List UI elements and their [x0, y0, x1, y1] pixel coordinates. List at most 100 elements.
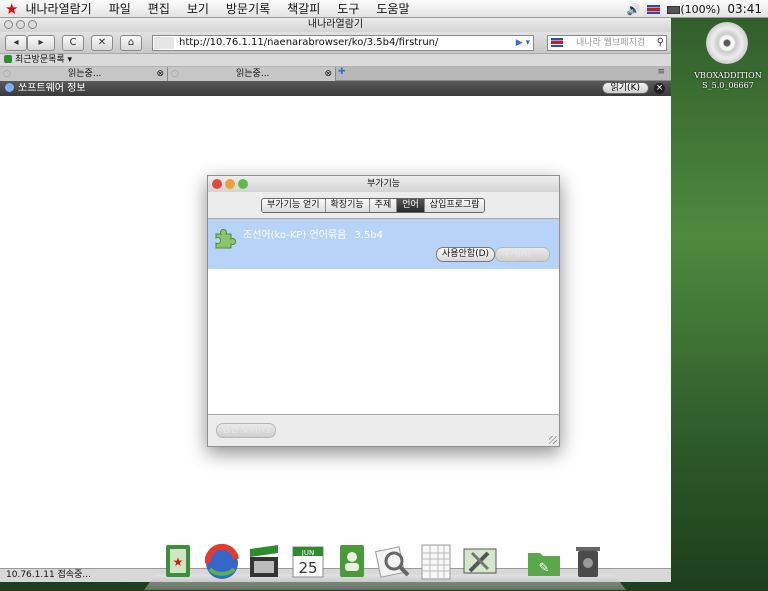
tab-1[interactable]: ◌ 읽는중... ⊗ — [0, 67, 168, 81]
dock-trash-icon[interactable] — [570, 541, 606, 581]
search-placeholder: 내나라 웹브페지검 — [576, 38, 646, 48]
tab-list-icon[interactable]: ≡ — [657, 67, 665, 77]
tab-themes[interactable]: 주제 — [369, 199, 398, 212]
zoom-window-button[interactable] — [28, 20, 37, 29]
menu-clock[interactable]: 03:41 — [727, 2, 762, 16]
addons-list: 조선어(ko-KP) 언어묶음 3.5b4 사용안함(D) 제거(R) — [208, 218, 559, 415]
back-arrow-icon: ◂ — [13, 37, 19, 48]
loading-spinner-icon: ◌ — [3, 69, 11, 79]
browser-titlebar: 내나라열람기 — [0, 18, 671, 32]
tab-2-close-icon[interactable]: ⊗ — [324, 67, 332, 81]
calendar-day: 25 — [298, 559, 317, 577]
info-icon — [5, 83, 14, 92]
puzzle-piece-icon — [215, 228, 236, 249]
addon-name-text: 조선어(ko-KP) 언어묶음 — [243, 230, 347, 241]
menu-bookmarks[interactable]: 책갈피 — [287, 0, 320, 17]
tab-languages[interactable]: 언어 — [397, 199, 425, 212]
dialog-zoom-button[interactable] — [238, 179, 248, 189]
browser-window-title: 내나라열람기 — [307, 19, 364, 30]
notification-bar: 쏘프트웨어 정보 읽기(K) × — [0, 81, 671, 96]
menu-edit[interactable]: 편집 — [148, 0, 170, 17]
battery-icon — [667, 5, 681, 14]
url-text: http://10.76.1.11/naenarabrowser/ko/3.5b… — [179, 37, 439, 48]
dock-spreadsheet-icon[interactable] — [418, 541, 454, 581]
tab-2[interactable]: ◌ 읽는중... ⊗ — [168, 67, 336, 81]
dock-video-clapper-icon[interactable] — [246, 541, 282, 581]
addon-name: 조선어(ko-KP) 언어묶음 3.5b4 — [243, 226, 383, 241]
menu-bar: ★ 내나라열람기 파일 편집 보기 방문기록 책갈피 도구 도움말 🔊 (100… — [0, 0, 768, 18]
volume-icon[interactable]: 🔊 — [627, 3, 641, 16]
menu-history[interactable]: 방문기록 — [226, 0, 270, 17]
read-button[interactable]: 읽기(K) — [601, 82, 649, 94]
battery-percent: (100%) — [680, 2, 721, 16]
addon-version: 3.5b4 — [354, 230, 383, 241]
close-notification-icon[interactable]: × — [654, 83, 665, 94]
forward-button[interactable]: ▸ — [27, 35, 55, 51]
svg-text:★: ★ — [173, 555, 184, 569]
dock-system-prefs-icon[interactable] — [460, 541, 497, 581]
dock-browser-globe-icon[interactable] — [202, 541, 239, 581]
find-updates-button[interactable]: 갱신 찾기(F) — [216, 423, 277, 438]
search-field[interactable]: 내나라 웹브페지검 ⚲ — [547, 35, 667, 51]
loading-spinner-icon: ◌ — [171, 69, 179, 79]
dock-documents-folder-icon[interactable]: ✎ — [524, 541, 560, 581]
addons-dialog-title: 부가기능 — [366, 179, 401, 189]
bookmark-folder-icon — [4, 55, 12, 63]
stop-icon: ✕ — [97, 37, 107, 48]
cd-label-line-2: S_5.0_06667 — [702, 81, 754, 90]
site-identity-icon[interactable] — [154, 37, 174, 49]
stop-button[interactable]: ✕ — [91, 35, 113, 51]
close-window-button[interactable] — [4, 20, 13, 29]
home-icon: ⌂ — [127, 37, 135, 48]
disable-button[interactable]: 사용안함(D) — [436, 247, 496, 262]
tab-2-title: 읽는중... — [236, 69, 270, 79]
calendar-month: JUN — [301, 549, 314, 557]
recent-visits-bookmark[interactable]: 최근방문목록 ▾ — [15, 55, 72, 65]
addons-dialog: 부가기능 부가기능 얻기 확장기능 주제 언어 삽입프로그람 조선어(ko-KP… — [207, 175, 560, 447]
reload-icon: C — [69, 37, 77, 48]
tab-1-close-icon[interactable]: ⊗ — [156, 67, 164, 81]
addons-dialog-titlebar: 부가기능 — [208, 176, 559, 192]
dialog-minimize-button[interactable] — [225, 179, 235, 189]
forward-arrow-icon: ▸ — [38, 37, 44, 48]
bookmarks-toolbar: 최근방문목록 ▾ — [0, 54, 671, 67]
dock-address-book-icon[interactable]: ★ — [160, 541, 196, 581]
tab-strip: ◌ 읽는중... ⊗ ◌ 읽는중... ⊗ ✚ ≡ — [0, 67, 671, 81]
dock-contacts-icon[interactable] — [334, 541, 370, 581]
status-text: 10.76.1.11 접속중... — [6, 570, 91, 580]
dialog-close-button[interactable] — [212, 179, 222, 189]
url-bar[interactable]: http://10.76.1.11/naenarabrowser/ko/3.5b… — [152, 35, 534, 51]
tab-plugins[interactable]: 삽입프로그람 — [424, 199, 485, 212]
new-tab-icon[interactable]: ✚ — [338, 67, 346, 77]
back-button[interactable]: ◂ — [5, 35, 27, 51]
menu-tools[interactable]: 도구 — [337, 0, 359, 17]
menu-help[interactable]: 도움말 — [376, 0, 409, 17]
search-engine-flag-icon[interactable] — [551, 38, 563, 47]
reload-button[interactable]: C — [62, 35, 84, 51]
dock-calendar-icon[interactable]: JUN 25 — [290, 541, 326, 581]
battery-indicator[interactable]: (100%) — [667, 3, 720, 16]
menu-app-name[interactable]: 내나라열람기 — [25, 0, 91, 17]
home-button[interactable]: ⌂ — [120, 35, 142, 51]
addons-category-tabs: 부가기능 얻기 확장기능 주제 언어 삽입프로그람 — [261, 198, 486, 213]
window-controls — [4, 20, 37, 29]
tab-get-addons[interactable]: 부가기능 얻기 — [262, 199, 326, 212]
minimize-window-button[interactable] — [16, 20, 25, 29]
cd-label-line-1: VBOXADDITION — [694, 71, 762, 80]
keyboard-flag-icon[interactable] — [647, 4, 661, 14]
resize-grip-icon[interactable] — [549, 436, 557, 444]
remove-button[interactable]: 제거(R) — [495, 247, 550, 262]
dock-preview-magnifier-icon[interactable] — [374, 541, 410, 581]
go-arrow-icon[interactable]: ▶ ▾ — [516, 36, 530, 50]
list-item[interactable]: 조선어(ko-KP) 언어묶음 3.5b4 사용안함(D) 제거(R) — [208, 219, 559, 269]
menu-file[interactable]: 파일 — [109, 0, 131, 17]
svg-text:✎: ✎ — [539, 561, 550, 576]
menu-view[interactable]: 보기 — [187, 0, 209, 17]
search-icon[interactable]: ⚲ — [657, 36, 664, 50]
cd-disc-icon[interactable] — [706, 22, 748, 64]
dock: ★ JUN 25 ✎ — [143, 527, 627, 591]
cd-disc-label[interactable]: VBOXADDITION S_5.0_06667 — [688, 71, 768, 91]
red-star-menu-icon[interactable]: ★ — [5, 0, 18, 18]
tab-extensions[interactable]: 확장기능 — [325, 199, 370, 212]
dialog-window-controls — [212, 179, 248, 189]
